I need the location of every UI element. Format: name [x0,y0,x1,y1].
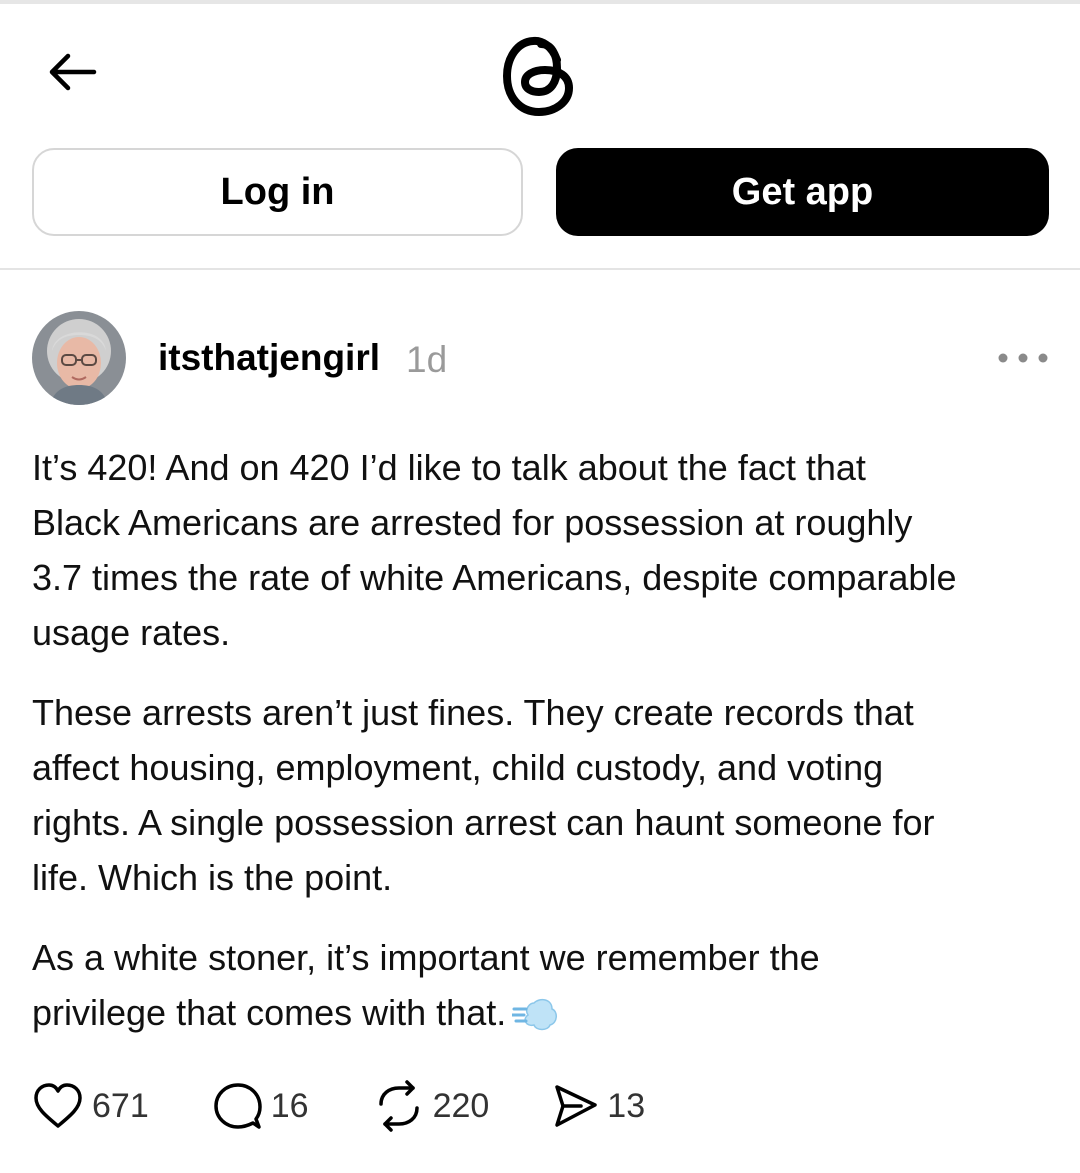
post-line: As a white stoner, it’s important we rem… [32,937,820,978]
post-timestamp: 1d [406,339,448,380]
post-paragraph: As a white stoner, it’s important we rem… [32,930,1062,1048]
post-line: rights. A single possession arrest can h… [32,802,935,843]
post-body: It’s 420! And on 420 I’d like to talk ab… [32,440,1062,1073]
post-paragraph: It’s 420! And on 420 I’d like to talk ab… [32,440,1062,660]
arrow-left-icon [49,53,97,91]
author-avatar[interactable] [32,311,126,405]
post-line: usage rates. [32,612,231,653]
login-button-label: Log in [220,170,335,213]
reply-count: 16 [270,1086,309,1125]
like-count: 671 [92,1086,149,1125]
reply-button[interactable]: 16 [213,1081,309,1131]
more-horizontal-icon [998,353,1048,363]
post-line: It’s 420! And on 420 I’d like to talk ab… [32,447,866,488]
post-line: Black Americans are arrested for possess… [32,502,913,543]
post-actions: 671 16 220 13 [32,1080,645,1132]
like-button[interactable]: 671 [32,1082,149,1130]
threads-logo-icon[interactable] [497,30,583,120]
heart-icon [34,1083,82,1128]
user-avatar-image [32,311,126,405]
dashing-away-emoji-icon [510,993,558,1048]
login-button[interactable]: Log in [32,148,523,236]
get-app-button[interactable]: Get app [556,148,1049,236]
top-border [0,0,1080,4]
repost-count: 220 [432,1086,490,1125]
post-line: privilege that comes with that. [32,992,507,1033]
post-line: life. Which is the point. [32,857,393,898]
get-app-button-label: Get app [731,170,874,213]
post-paragraph: These arrests aren’t just fines. They cr… [32,685,1062,905]
share-button[interactable]: 13 [553,1083,645,1129]
share-count: 13 [607,1086,646,1125]
post-line: 3.7 times the rate of white Americans, d… [32,557,957,598]
author-username[interactable]: itsthatjengirl [158,336,380,380]
post-line: These arrests aren’t just fines. They cr… [32,692,914,733]
post-line: affect housing, employment, child custod… [32,747,884,788]
comment-icon [213,1083,262,1129]
repost-icon [378,1080,419,1132]
header-divider [0,268,1080,270]
repost-button[interactable]: 220 [373,1080,490,1132]
more-options-button[interactable] [996,340,1050,376]
back-button[interactable] [40,40,104,104]
send-icon [555,1085,598,1127]
